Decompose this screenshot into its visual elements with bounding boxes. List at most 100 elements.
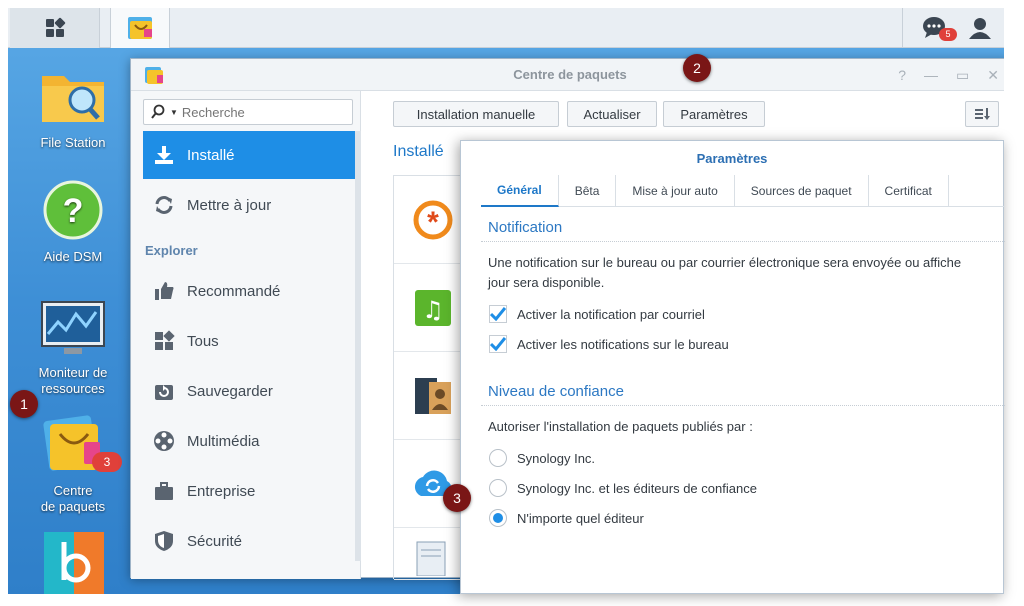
desktop-icon-resource-monitor[interactable]: Moniteur de ressources <box>18 300 128 397</box>
sidebar-item-security[interactable]: Sécurité <box>143 517 355 565</box>
notification-description-line1: Une notification sur le bureau ou par co… <box>488 255 962 270</box>
sort-button[interactable] <box>965 101 999 127</box>
manual-install-button[interactable]: Installation manuelle <box>393 101 559 127</box>
refresh-icon <box>155 196 173 214</box>
trust-option-label: Synology Inc. <box>517 450 596 466</box>
search-box[interactable]: ▼ <box>143 99 353 125</box>
trust-option-label: Synology Inc. et les éditeurs de confian… <box>517 480 757 496</box>
window-titlebar[interactable]: Centre de paquets ? — ▭ ✕ <box>131 59 1004 91</box>
asterisk-app-icon: * <box>413 200 453 239</box>
sidebar-section-explore: Explorer <box>145 243 198 258</box>
document-app-icon <box>416 541 446 576</box>
minimize-icon[interactable]: — <box>924 67 938 84</box>
sidebar-scrollbar[interactable] <box>355 131 361 561</box>
sidebar-item-label: Sauvegarder <box>187 382 273 400</box>
email-notification-checkbox[interactable] <box>489 305 507 323</box>
desktop-notification-checkbox[interactable] <box>489 335 507 353</box>
checkmark-icon <box>490 337 506 351</box>
search-icon <box>151 104 165 119</box>
desktop-icon-label: Aide DSM <box>43 249 103 264</box>
sidebar-item-label: Multimédia <box>187 432 260 450</box>
tab-beta[interactable]: Bêta <box>559 175 617 207</box>
taskbar-package-center-button[interactable] <box>110 8 170 48</box>
window-controls: ? — ▭ ✕ <box>898 67 999 84</box>
svg-text:*: * <box>427 206 439 239</box>
email-notification-label: Activer la notification par courriel <box>517 306 705 322</box>
refresh-button[interactable]: Actualiser <box>567 101 657 127</box>
svg-text:♫: ♫ <box>422 296 444 324</box>
dialog-title: Paramètres <box>696 151 768 166</box>
desktop-icon-label-line2: de paquets <box>40 499 106 514</box>
taskbar-separator <box>902 8 903 48</box>
sidebar-item-multimedia[interactable]: Multimédia <box>143 417 355 465</box>
shopping-bag-icon <box>128 17 152 39</box>
taskbar: 5 <box>8 8 1004 48</box>
thumbs-up-icon <box>155 282 174 300</box>
desktop-icon-dsm-help[interactable]: ? Aide DSM <box>18 180 128 265</box>
step-marker-1: 1 <box>10 390 38 418</box>
trust-radio-any[interactable] <box>489 509 507 527</box>
notifications-button[interactable]: 5 <box>913 8 957 48</box>
tab-certificate[interactable]: Certificat <box>869 175 949 207</box>
apps-grid-icon <box>155 330 175 350</box>
settings-tabs: Général Bêta Mise à jour auto Sources de… <box>481 175 1005 207</box>
user-icon <box>969 18 991 39</box>
main-menu-button[interactable] <box>10 8 100 48</box>
settings-button[interactable]: Paramètres <box>663 101 765 127</box>
sidebar-item-backup[interactable]: Sauvegarder <box>143 367 355 415</box>
contacts-app-icon <box>415 377 451 414</box>
folder-search-icon <box>42 76 104 122</box>
user-menu-button[interactable] <box>960 8 1000 48</box>
trust-option-trusted[interactable]: Synology Inc. et les éditeurs de confian… <box>489 479 757 497</box>
trust-option-label: N'importe quel éditeur <box>517 510 644 526</box>
desktop-icon-partial-app[interactable] <box>36 528 110 594</box>
step-marker-2: 2 <box>683 54 711 82</box>
email-notification-option[interactable]: Activer la notification par courriel <box>489 305 705 323</box>
section-divider <box>481 405 1005 406</box>
sidebar-item-label: Entreprise <box>187 482 256 500</box>
notification-heading: Notification <box>488 219 563 236</box>
tab-auto-update[interactable]: Mise à jour auto <box>616 175 735 207</box>
checkmark-icon <box>490 307 506 321</box>
desktop-notification-option[interactable]: Activer les notifications sur le bureau <box>489 335 729 353</box>
desktop-icon-package-center[interactable]: 3 Centre de paquets <box>18 412 128 515</box>
desktop-icon-label-line1: Moniteur de <box>38 365 108 380</box>
sidebar-item-label: Sécurité <box>187 532 243 550</box>
film-reel-icon <box>154 431 174 451</box>
settings-dialog: Paramètres Général Bêta Mise à jour auto… <box>460 140 1005 594</box>
sidebar-item-recommended[interactable]: Recommandé <box>143 267 355 315</box>
desktop-notification-label: Activer les notifications sur le bureau <box>517 336 729 352</box>
help-icon[interactable]: ? <box>898 67 906 84</box>
sidebar-item-label: Installé <box>187 146 235 164</box>
sidebar-item-business[interactable]: Entreprise <box>143 467 355 515</box>
help-icon: ? <box>43 180 103 240</box>
sidebar-item-label: Tous <box>187 332 219 350</box>
sidebar-item-label: Recommandé <box>187 282 281 300</box>
shield-icon <box>155 531 173 551</box>
sidebar-item-update[interactable]: Mettre à jour <box>143 181 355 229</box>
backup-icon <box>155 385 173 400</box>
trust-radio-trusted[interactable] <box>489 479 507 497</box>
tab-general[interactable]: Général <box>481 175 559 207</box>
desktop-icon-file-station[interactable]: File Station <box>18 66 128 151</box>
notification-count-badge: 5 <box>939 28 957 41</box>
desktop-icon-label-line2: ressources <box>41 381 105 396</box>
trust-option-any[interactable]: N'importe quel éditeur <box>489 509 644 527</box>
maximize-icon[interactable]: ▭ <box>956 67 969 84</box>
trust-option-synology[interactable]: Synology Inc. <box>489 449 595 467</box>
search-dropdown-icon[interactable]: ▼ <box>170 108 178 117</box>
desktop-icon-label-wrap: Centre de paquets <box>18 483 128 515</box>
tab-package-sources[interactable]: Sources de paquet <box>735 175 869 207</box>
package-update-badge: 3 <box>92 452 122 472</box>
download-icon <box>155 146 173 164</box>
trust-radio-synology[interactable] <box>489 449 507 467</box>
step-marker-3: 3 <box>443 484 471 512</box>
search-input[interactable] <box>181 104 342 120</box>
installed-heading: Installé <box>393 143 444 160</box>
sidebar-item-installed[interactable]: Installé <box>143 131 355 179</box>
desktop-icon-label: File Station <box>40 135 106 150</box>
close-icon[interactable]: ✕ <box>987 67 999 84</box>
desktop-icon-label-wrap: Moniteur de ressources <box>18 365 128 397</box>
sidebar-item-all[interactable]: Tous <box>143 317 355 365</box>
section-divider <box>481 241 1005 242</box>
